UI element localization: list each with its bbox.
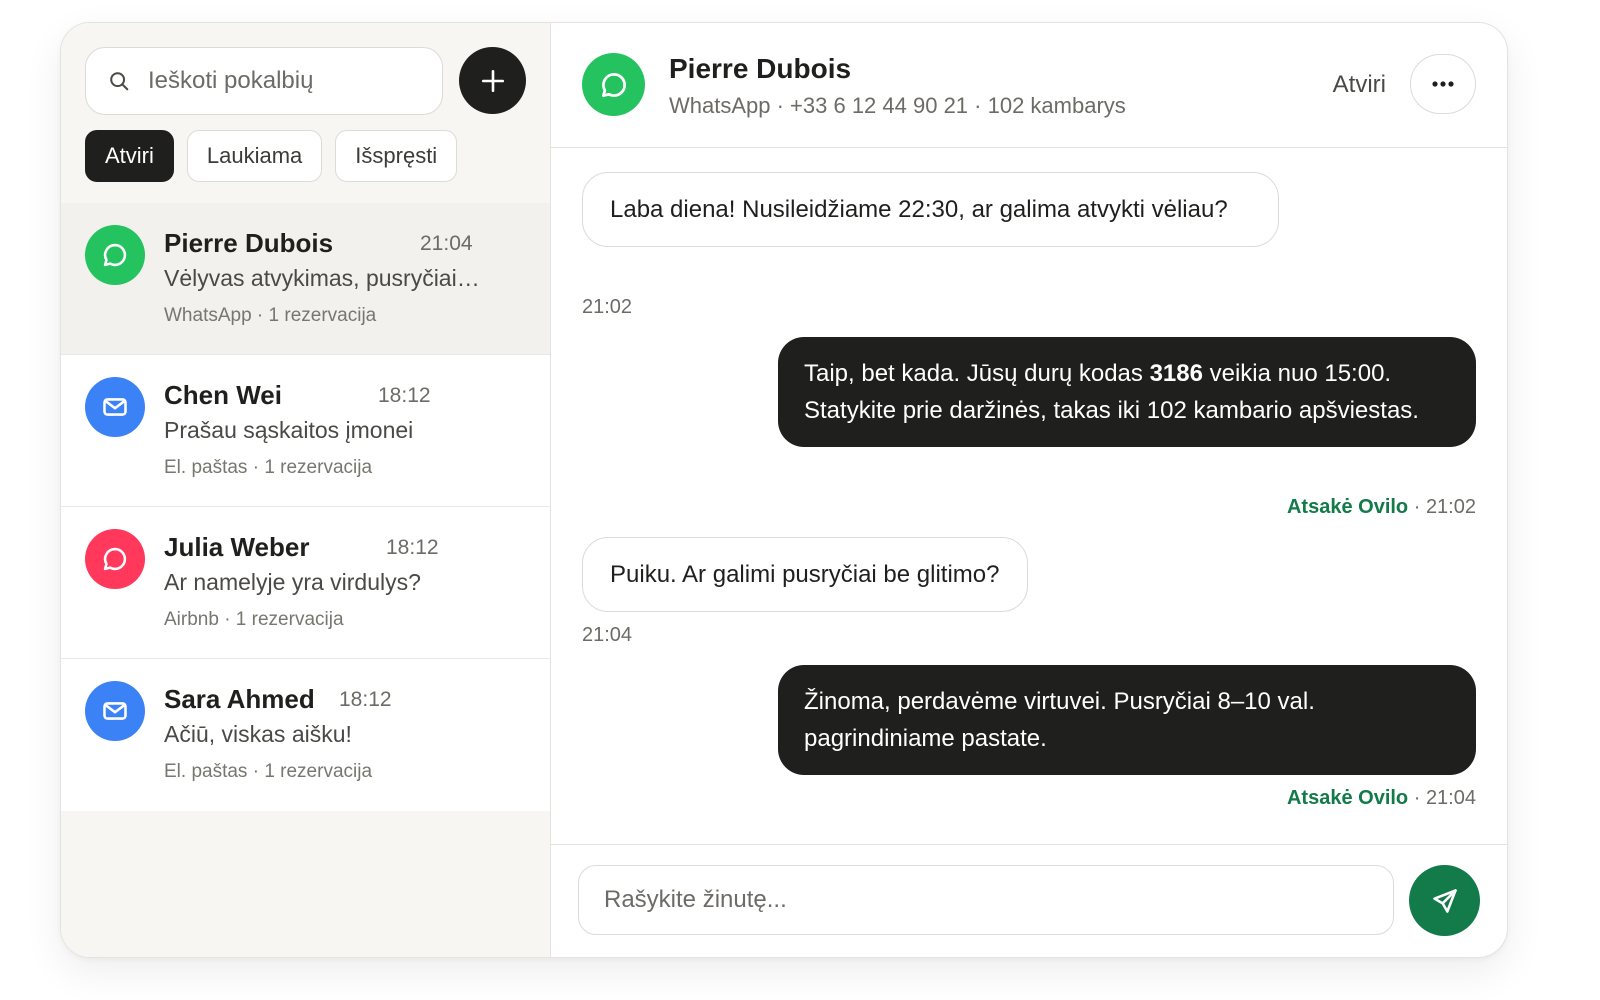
conversation-meta: El. paštas · 1 rezervacija	[164, 457, 373, 478]
inbox-window: Atviri Laukiama Išspręsti Pierre Dubois …	[60, 22, 1508, 958]
message-preview: Ar namelyje yra virdulys?	[164, 569, 421, 595]
search-icon	[110, 72, 129, 91]
message-preview: Ačiū, viskas aišku!	[164, 721, 352, 747]
conversation-item[interactable]: Sara Ahmed 18:12 Ačiū, viskas aišku! El.…	[61, 659, 550, 811]
search-input[interactable]	[148, 67, 428, 95]
message-time: 21:02	[582, 296, 633, 318]
chat-contact-meta: WhatsApp · +33 6 12 44 90 21 · 102 kamba…	[669, 93, 1126, 118]
message-input[interactable]	[578, 865, 1394, 935]
reply-agent: Atsakė Ovilo	[1286, 787, 1409, 809]
conversation-item[interactable]: Julia Weber 18:12 Ar namelyje yra virdul…	[61, 507, 550, 659]
contact-name: Chen Wei	[164, 380, 282, 410]
message-composer	[551, 844, 1507, 957]
message-preview: Prašau sąskaitos įmonei	[164, 417, 414, 443]
whatsapp-chat-icon	[601, 72, 626, 97]
conversation-status[interactable]: Atviri	[1333, 71, 1386, 99]
conversation-sidebar: Atviri Laukiama Išspręsti Pierre Dubois …	[61, 23, 551, 957]
message-time: 21:04	[582, 624, 633, 646]
airbnb-chat-icon	[103, 547, 127, 571]
contact-name: Julia Weber	[164, 532, 310, 562]
mail-icon	[103, 398, 127, 416]
new-conversation-button[interactable]	[459, 47, 526, 114]
incoming-message: Laba diena! Nusileidžiame 22:30, ar gali…	[582, 172, 1279, 247]
contact-name: Sara Ahmed	[164, 684, 315, 714]
channel-avatar	[85, 225, 145, 285]
last-message-time: 21:04	[420, 232, 473, 255]
conversation-meta: El. paštas · 1 rezervacija	[164, 761, 373, 782]
mail-icon	[103, 702, 127, 720]
last-message-time: 18:12	[378, 384, 431, 407]
channel-avatar	[85, 377, 145, 437]
message-reply-info: Atsakė Ovilo · 21:02	[1286, 496, 1476, 518]
conversation-item[interactable]: Pierre Dubois 21:04 Vėlyvas atvykimas, p…	[61, 203, 550, 355]
outgoing-message: Taip, bet kada. Jūsų durų kodas 3186 vei…	[778, 337, 1476, 447]
chat-header: Pierre Dubois WhatsApp · +33 6 12 44 90 …	[551, 23, 1507, 148]
plus-icon	[481, 69, 504, 92]
status-filters: Atviri Laukiama Išspręsti	[85, 130, 458, 182]
send-button[interactable]	[1409, 865, 1480, 936]
conversation-meta: Airbnb · 1 rezervacija	[164, 609, 344, 630]
filter-pending[interactable]: Laukiama	[186, 130, 323, 182]
message-text: Taip, bet kada. Jūsų durų kodas	[804, 360, 1150, 387]
conversation-list: Pierre Dubois 21:04 Vėlyvas atvykimas, p…	[61, 203, 550, 811]
last-message-time: 18:12	[386, 536, 439, 559]
more-options-button[interactable]	[1410, 54, 1476, 114]
message-time: 21:04	[1425, 787, 1476, 809]
message-thread: Laba diena! Nusileidžiame 22:30, ar gali…	[551, 148, 1507, 844]
chat-contact-name: Pierre Dubois	[669, 53, 852, 84]
conversation-item[interactable]: Chen Wei 18:12 Prašau sąskaitos įmonei E…	[61, 355, 550, 507]
outgoing-message: Žinoma, perdavėme virtuvei. Pusryčiai 8–…	[778, 665, 1476, 775]
filter-open[interactable]: Atviri	[85, 130, 174, 182]
more-dots-icon	[1432, 81, 1454, 87]
reply-agent: Atsakė Ovilo	[1286, 496, 1409, 518]
message-preview: Vėlyvas atvykimas, pusryčiai be glitimo	[164, 265, 484, 291]
search-box[interactable]	[85, 47, 443, 115]
message-time: 21:02	[1425, 496, 1476, 518]
send-icon	[1432, 888, 1457, 913]
filter-resolved[interactable]: Išspręsti	[335, 130, 458, 182]
channel-avatar	[85, 681, 145, 741]
message-reply-info: Atsakė Ovilo · 21:04	[1286, 787, 1476, 809]
last-message-time: 18:12	[339, 688, 392, 711]
incoming-message: Puiku. Ar galimi pusryčiai be glitimo?	[582, 537, 1028, 612]
contact-avatar	[582, 53, 645, 116]
conversation-meta: WhatsApp · 1 rezervacija	[164, 305, 377, 326]
channel-avatar	[85, 529, 145, 589]
chat-panel: Pierre Dubois WhatsApp · +33 6 12 44 90 …	[551, 23, 1507, 957]
door-code: 3186	[1149, 360, 1203, 387]
contact-name: Pierre Dubois	[164, 228, 334, 258]
whatsapp-chat-icon	[103, 243, 127, 267]
